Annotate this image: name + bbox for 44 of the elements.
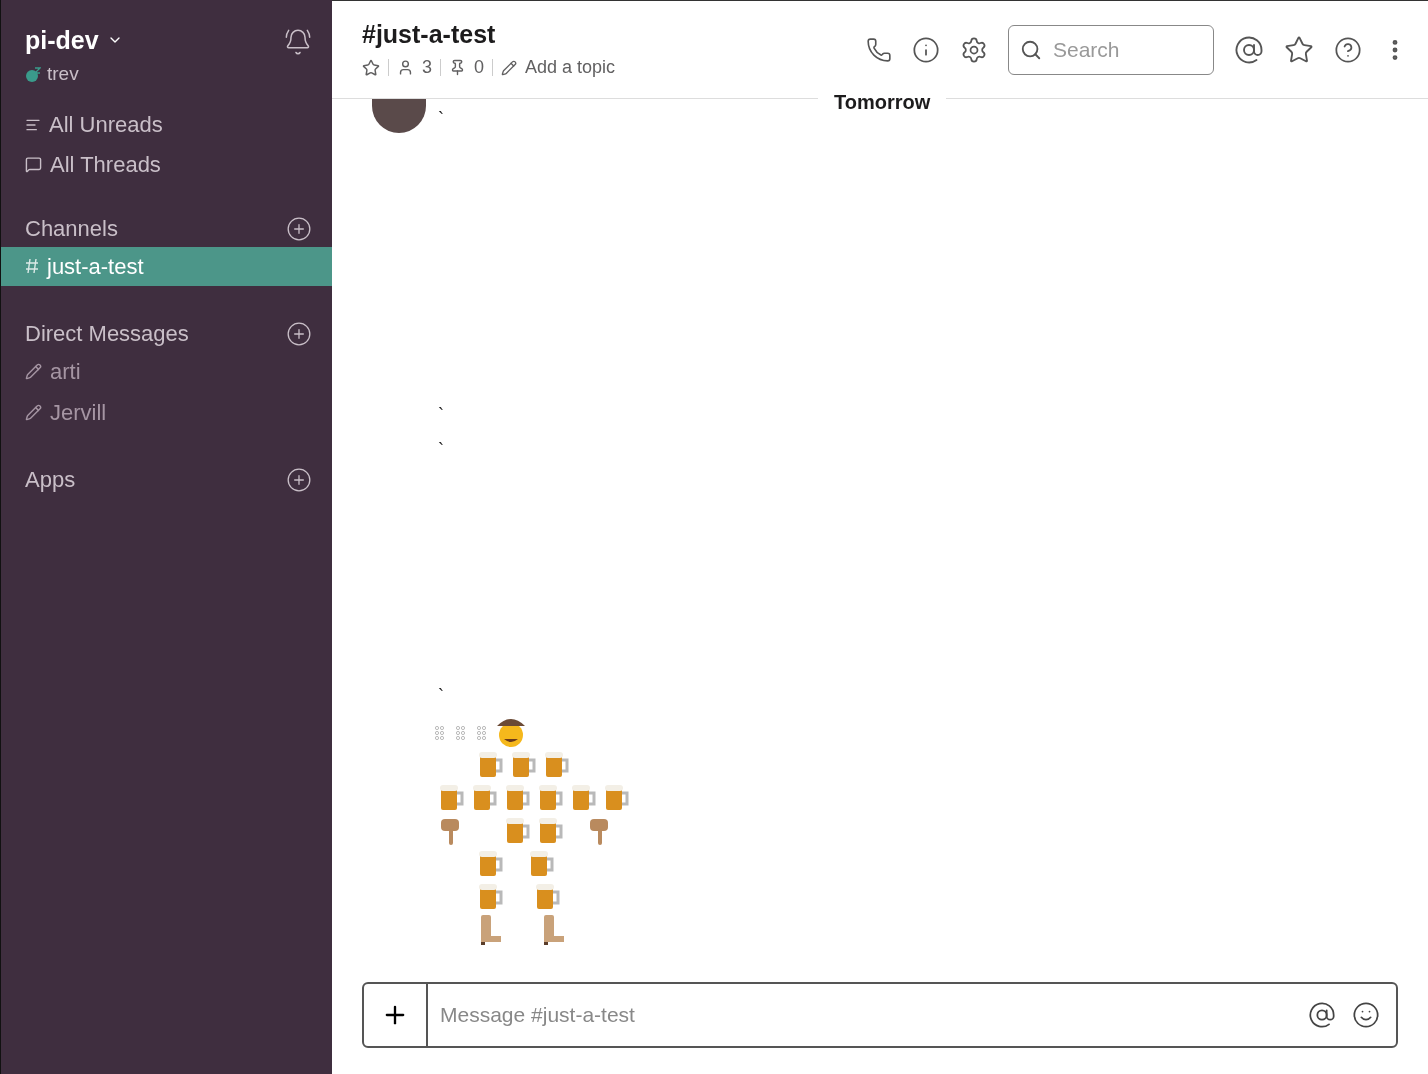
pencil-icon <box>25 362 42 380</box>
info-icon[interactable] <box>912 35 940 64</box>
add-icon[interactable] <box>286 215 312 242</box>
sidebar-item[interactable]: All Threads <box>1 148 332 181</box>
search-icon <box>1020 38 1042 61</box>
pencil-icon <box>501 59 518 76</box>
star-icon[interactable] <box>1284 34 1314 65</box>
sidebar-item[interactable]: All Unreads <box>1 108 332 141</box>
message-input[interactable]: Message #just-a-test <box>428 984 1308 1046</box>
avatar-photo-placeholder <box>372 99 426 133</box>
hash-icon <box>25 258 39 274</box>
snooze-bell-icon[interactable] <box>284 28 312 56</box>
apps-heading: Apps <box>25 465 76 494</box>
channel-item[interactable]: just-a-test <box>1 246 332 286</box>
search-field[interactable]: Search <box>1008 24 1214 75</box>
call-icon[interactable] <box>866 36 892 63</box>
emoji-icon[interactable] <box>1352 1001 1380 1029</box>
add-icon[interactable] <box>286 466 312 493</box>
mention-icon[interactable] <box>1308 1001 1336 1029</box>
channel-title: #just-a-test <box>362 19 497 50</box>
add-icon[interactable] <box>286 320 312 347</box>
thread-icon <box>25 156 42 173</box>
away-status-icon <box>25 66 41 83</box>
member-icon <box>397 59 414 76</box>
star-icon[interactable] <box>362 58 380 77</box>
workspace-menu[interactable]: pi-dev <box>25 24 123 56</box>
add-topic-link[interactable]: Add a topic <box>525 54 616 81</box>
user-name: trev <box>47 62 79 86</box>
channels-heading: Channels <box>25 214 118 243</box>
message-text: ` <box>438 108 445 131</box>
member-count[interactable]: 3 <box>422 54 432 81</box>
mentions-icon[interactable] <box>1234 34 1264 65</box>
message-text: ` <box>438 439 445 462</box>
message-text: ` <box>438 404 445 427</box>
direct-messages-heading: Direct Messages <box>25 319 189 348</box>
pin-count[interactable]: 0 <box>474 54 485 81</box>
help-icon[interactable] <box>1334 35 1362 64</box>
sidebar-item[interactable]: arti <box>1 351 332 391</box>
message-composer[interactable]: Message #just-a-test <box>362 982 1398 1048</box>
message-text: ` <box>438 685 445 708</box>
pin-icon <box>449 59 466 76</box>
sidebar-item[interactable]: Jervill <box>1 392 332 432</box>
pencil-icon <box>25 403 42 421</box>
settings-icon[interactable] <box>960 35 988 64</box>
